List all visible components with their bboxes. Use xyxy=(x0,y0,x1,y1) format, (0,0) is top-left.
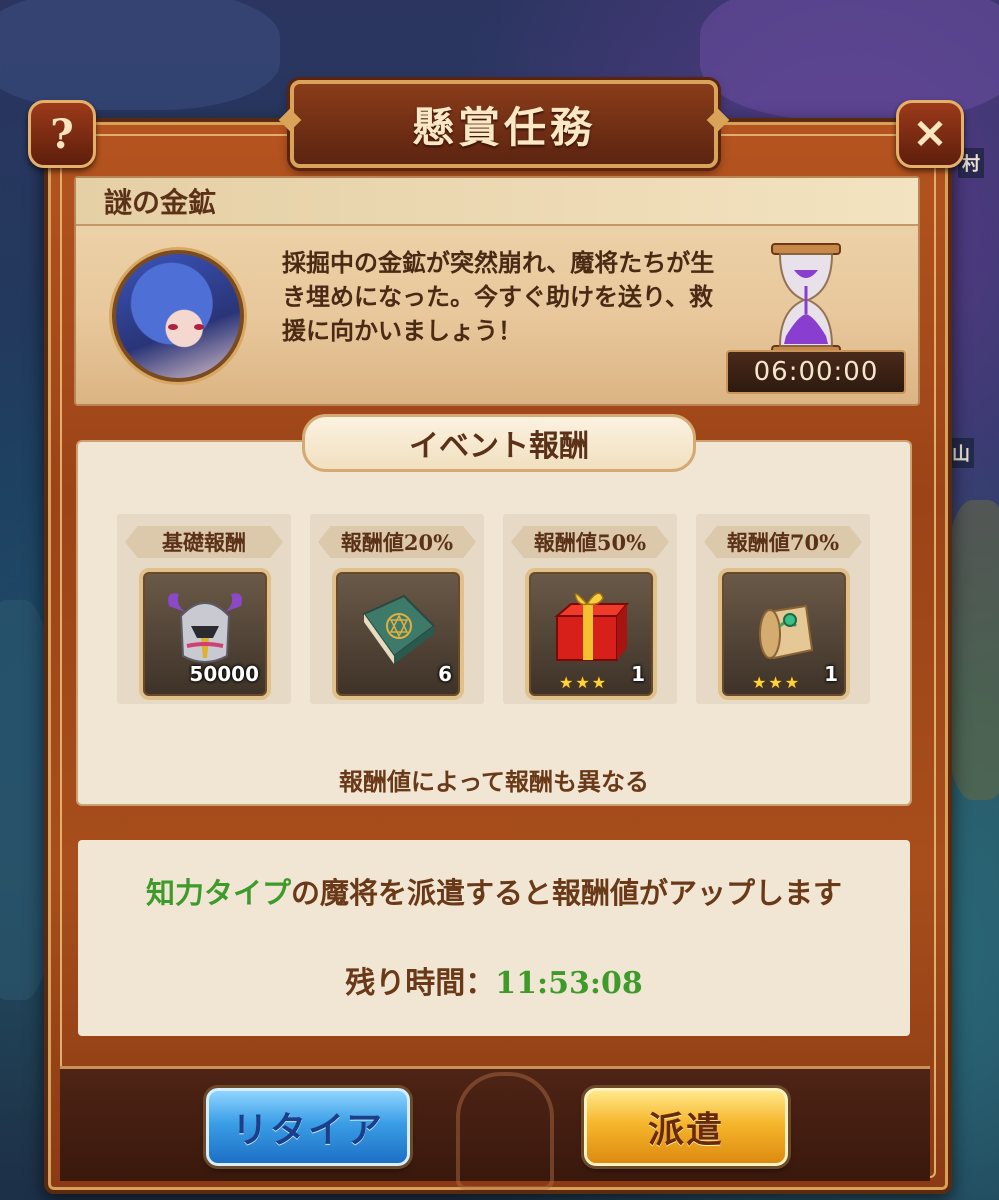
book-icon xyxy=(362,594,436,664)
helmet-icon xyxy=(168,593,242,663)
help-icon: ? xyxy=(50,110,74,158)
dialog-title-plaque: 懸賞任務 xyxy=(290,80,718,168)
remaining-time-value: 11:53:08 xyxy=(495,966,643,1001)
reward-title: イベント報酬 xyxy=(302,414,696,472)
close-button[interactable]: ✕ xyxy=(896,100,964,168)
reward-item-quantity: 6 xyxy=(438,662,452,686)
reward-item-slot[interactable]: 1 ★★★ xyxy=(525,568,657,700)
portrait-eye xyxy=(168,324,178,330)
dispatch-info-panel: 知力タイプの魔将を派遣すると報酬値がアップします 残り時間：11:53:08 xyxy=(78,840,910,1036)
mission-info-panel: 謎の金鉱 採掘中の金鉱が突然崩れ、魔将たちが生き埋めになった。今すぐ助けを送り、… xyxy=(74,176,920,406)
reward-note: 報酬値によって報酬も異なる xyxy=(338,767,650,796)
scroll-icon xyxy=(759,604,814,660)
retire-button[interactable]: リタイア xyxy=(206,1088,410,1166)
bottom-ornament xyxy=(456,1072,554,1190)
reward-card-base: 基礎報酬 50000 xyxy=(117,514,291,704)
reward-card-20: 報酬値20% 6 xyxy=(310,514,484,704)
gift-box-icon xyxy=(554,592,630,661)
reward-item-stars: ★★★ xyxy=(559,673,609,692)
reward-tag: 基礎報酬 xyxy=(125,526,283,558)
mission-description: 採掘中の金鉱が突然崩れ、魔将たちが生き埋めになった。今すぐ助けを送り、救援に向か… xyxy=(282,248,715,345)
dispatch-button[interactable]: 派遣 xyxy=(584,1088,788,1166)
character-portrait xyxy=(112,250,244,382)
hourglass-icon xyxy=(771,243,841,357)
reward-tag: 報酬値70% xyxy=(704,526,862,558)
map-region xyxy=(0,0,280,110)
mission-duration: 06:00:00 xyxy=(726,350,906,394)
reward-item-quantity: 1 xyxy=(824,662,838,686)
reward-item-slot[interactable]: 6 xyxy=(332,568,464,700)
remaining-time-label: 残り時間： xyxy=(345,966,496,1001)
portrait-eye xyxy=(194,324,204,330)
reward-item-quantity: 1 xyxy=(631,662,645,686)
reward-tag: 報酬値20% xyxy=(318,526,476,558)
reward-item-stars: ★★★ xyxy=(752,673,802,692)
reward-tag: 報酬値50% xyxy=(511,526,669,558)
help-button[interactable]: ? xyxy=(28,100,96,168)
reward-card-70: 報酬値70% 1 ★★★ xyxy=(696,514,870,704)
reward-item-slot[interactable]: 1 ★★★ xyxy=(718,568,850,700)
reward-card-50: 報酬値50% 1 ★★★ xyxy=(503,514,677,704)
reward-item-slot[interactable]: 50000 xyxy=(139,568,271,700)
hint-highlight-type: 知力タイプ xyxy=(145,876,291,910)
remaining-time: 残り時間：11:53:08 xyxy=(78,958,910,1002)
close-icon: ✕ xyxy=(913,110,947,158)
dialog-title: 懸賞任務 xyxy=(411,102,596,152)
dispatch-hint: 知力タイプの魔将を派遣すると報酬値がアップします xyxy=(78,870,910,912)
reward-item-quantity: 50000 xyxy=(189,662,259,686)
mission-name: 謎の金鉱 xyxy=(76,178,918,226)
hint-text: の魔将を派遣すると報酬値がアップします xyxy=(291,876,843,910)
